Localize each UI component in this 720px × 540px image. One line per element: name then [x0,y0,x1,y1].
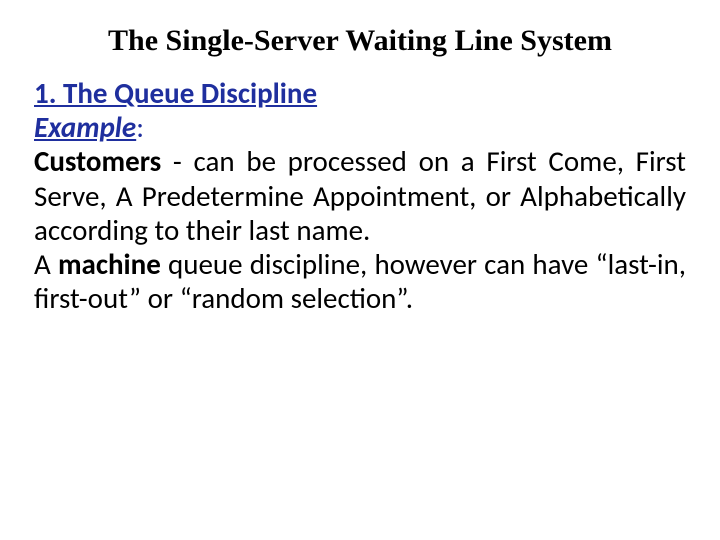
example-label: Example [34,109,136,145]
section-heading: 1. The Queue Discipline [34,76,686,110]
example-line: Example: [34,110,686,144]
example-colon: : [136,109,144,145]
machine-pre: A [34,246,58,282]
customers-paragraph: Customers - can be processed on a First … [34,144,686,247]
slide-title: The Single-Server Waiting Line System [34,24,686,58]
customers-label: Customers [34,143,161,179]
slide: The Single-Server Waiting Line System 1.… [0,0,720,540]
slide-body: 1. The Queue Discipline Example: Custome… [34,76,686,316]
machine-bold: machine [58,246,161,282]
machine-paragraph: A machine queue discipline, however can … [34,247,686,315]
